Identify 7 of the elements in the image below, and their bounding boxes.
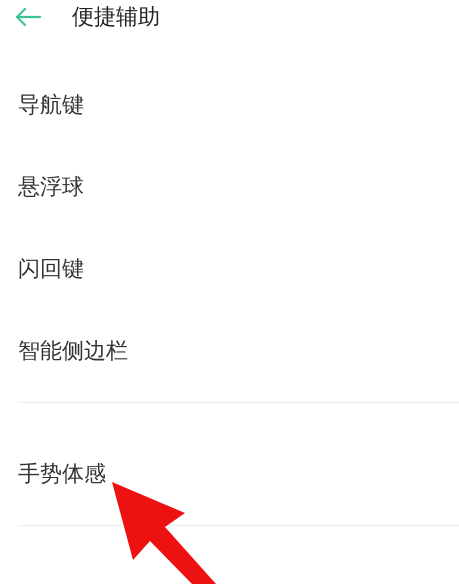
page-title: 便捷辅助 <box>72 4 160 32</box>
settings-item[interactable]: 闪回键 <box>18 254 84 284</box>
settings-item[interactable]: 智能侧边栏 <box>18 336 128 366</box>
settings-item[interactable]: 悬浮球 <box>18 172 84 202</box>
settings-item[interactable]: 手势体感 <box>18 459 106 489</box>
back-icon[interactable] <box>14 7 42 27</box>
settings-item[interactable]: 导航键 <box>18 90 84 120</box>
